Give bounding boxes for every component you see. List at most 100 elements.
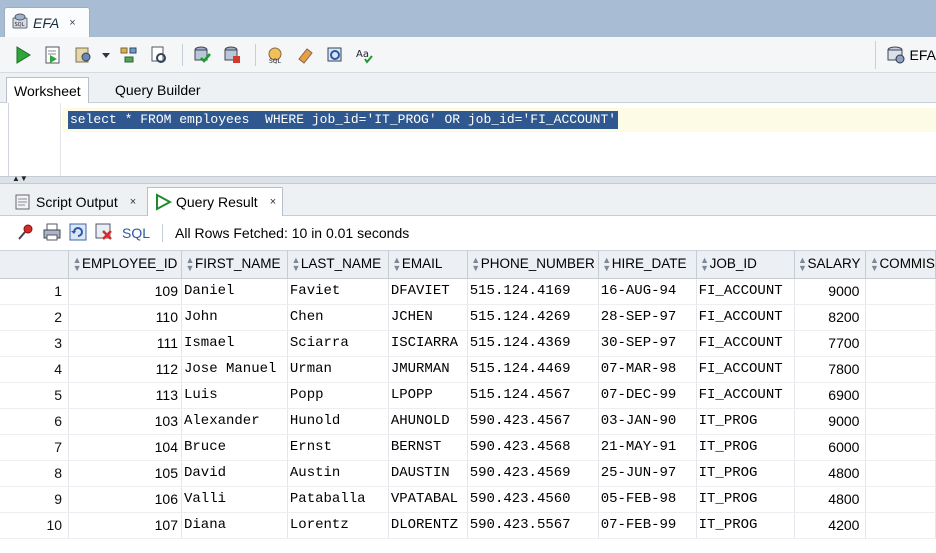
cell-phone-number[interactable]: 515.124.4269 <box>467 304 599 331</box>
cell-hire-date[interactable]: 07-MAR-98 <box>598 356 697 383</box>
cell-email[interactable]: DAUSTIN <box>388 460 468 487</box>
pane-splitter[interactable]: ▲▼ <box>0 174 936 184</box>
cell-last-name[interactable]: Sciarra <box>287 330 389 357</box>
cell-hire-date[interactable]: 16-AUG-94 <box>598 278 697 305</box>
cell-email[interactable]: BERNST <box>388 434 468 461</box>
run-statement-button[interactable] <box>10 42 36 68</box>
row-number[interactable]: 8 <box>0 460 70 487</box>
cell-phone-number[interactable]: 590.423.4560 <box>467 486 599 513</box>
table-row[interactable]: 8 105 David Austin DAUSTIN 590.423.4569 25-JUN… <box>0 460 936 487</box>
sql-editor[interactable]: select * FROM employees WHERE job_id='IT… <box>8 103 936 176</box>
cell-salary[interactable]: 9000 <box>794 408 867 435</box>
monitor-button[interactable] <box>322 42 348 68</box>
cell-first-name[interactable]: David <box>181 460 288 487</box>
cell-email[interactable]: JCHEN <box>388 304 468 331</box>
row-number[interactable]: 10 <box>0 512 70 539</box>
row-number[interactable]: 6 <box>0 408 70 435</box>
cell-salary[interactable]: 6900 <box>794 382 867 409</box>
cell-job-id[interactable]: FI_ACCOUNT <box>696 330 795 357</box>
cell-commission[interactable] <box>865 486 936 513</box>
cell-salary[interactable]: 7700 <box>794 330 867 357</box>
cell-salary[interactable]: 4800 <box>794 460 867 487</box>
cell-job-id[interactable]: FI_ACCOUNT <box>696 278 795 305</box>
rollback-button[interactable] <box>219 42 245 68</box>
cell-salary[interactable]: 4800 <box>794 486 867 513</box>
tab-script-output[interactable]: Script Output × <box>8 187 142 216</box>
close-icon[interactable]: × <box>270 196 276 208</box>
cell-last-name[interactable]: Austin <box>287 460 389 487</box>
run-script-button[interactable] <box>40 42 66 68</box>
autotrace-dropdown[interactable] <box>100 42 112 68</box>
cell-job-id[interactable]: IT_PROG <box>696 408 795 435</box>
tab-worksheet[interactable]: Worksheet <box>6 77 89 103</box>
cell-last-name[interactable]: Ernst <box>287 434 389 461</box>
cell-email[interactable]: VPATABAL <box>388 486 468 513</box>
tab-query-result[interactable]: Query Result × <box>147 187 284 216</box>
cell-employee-id[interactable]: 112 <box>68 356 182 383</box>
pin-icon[interactable] <box>16 222 36 245</box>
cell-first-name[interactable]: Luis <box>181 382 288 409</box>
table-row[interactable]: 10 107 Diana Lorentz DLORENTZ 590.423.5567 07-… <box>0 512 936 539</box>
cell-first-name[interactable]: Daniel <box>181 278 288 305</box>
cell-first-name[interactable]: Valli <box>181 486 288 513</box>
cell-first-name[interactable]: John <box>181 304 288 331</box>
table-row[interactable]: 6 103 Alexander Hunold AHUNOLD 590.423.4567 03… <box>0 408 936 435</box>
cell-email[interactable]: AHUNOLD <box>388 408 468 435</box>
column-header[interactable]: ▲ ▼HIRE_DATE <box>598 251 697 279</box>
cell-phone-number[interactable]: 590.423.4569 <box>467 460 599 487</box>
cell-commission[interactable] <box>865 330 936 357</box>
cell-phone-number[interactable]: 590.423.5567 <box>467 512 599 539</box>
cell-salary[interactable]: 8200 <box>794 304 867 331</box>
cell-hire-date[interactable]: 03-JAN-90 <box>598 408 697 435</box>
column-header[interactable]: ▲ ▼SALARY <box>794 251 867 279</box>
cell-employee-id[interactable]: 107 <box>68 512 182 539</box>
cell-commission[interactable] <box>865 304 936 331</box>
cell-job-id[interactable]: IT_PROG <box>696 486 795 513</box>
table-row[interactable]: 3 111 Ismael Sciarra ISCIARRA 515.124.4369 30-… <box>0 330 936 357</box>
cancel-query-icon[interactable] <box>94 222 114 245</box>
cell-phone-number[interactable]: 590.423.4568 <box>467 434 599 461</box>
cell-commission[interactable] <box>865 434 936 461</box>
table-row[interactable]: 7 104 Bruce Ernst BERNST 590.423.4568 21-MAY-9… <box>0 434 936 461</box>
cell-phone-number[interactable]: 590.423.4567 <box>467 408 599 435</box>
cell-first-name[interactable]: Diana <box>181 512 288 539</box>
doc-tab-efa[interactable]: SQL EFA × <box>4 7 90 37</box>
cell-email[interactable]: DFAVIET <box>388 278 468 305</box>
table-row[interactable]: 5 113 Luis Popp LPOPP 515.124.4567 07-DEC-99 FI… <box>0 382 936 409</box>
cell-first-name[interactable]: Jose Manuel <box>181 356 288 383</box>
commit-button[interactable] <box>189 42 215 68</box>
sql-tuning-button[interactable] <box>146 42 172 68</box>
cell-employee-id[interactable]: 105 <box>68 460 182 487</box>
cell-last-name[interactable]: Urman <box>287 356 389 383</box>
cell-job-id[interactable]: FI_ACCOUNT <box>696 382 795 409</box>
cell-job-id[interactable]: FI_ACCOUNT <box>696 356 795 383</box>
table-row[interactable]: 1 109 Daniel Faviet DFAVIET 515.124.4169 16-AU… <box>0 278 936 305</box>
cell-last-name[interactable]: Lorentz <box>287 512 389 539</box>
cell-commission[interactable] <box>865 512 936 539</box>
format-button[interactable]: Aa <box>352 42 378 68</box>
row-number[interactable]: 4 <box>0 356 70 383</box>
cell-hire-date[interactable]: 07-FEB-99 <box>598 512 697 539</box>
close-icon[interactable]: × <box>130 196 136 208</box>
column-header[interactable]: ▲ ▼EMPLOYEE_ID <box>68 251 182 279</box>
row-number[interactable]: 7 <box>0 434 70 461</box>
cell-hire-date[interactable]: 30-SEP-97 <box>598 330 697 357</box>
table-row[interactable]: 2 110 John Chen JCHEN 515.124.4269 28-SEP-97 FI… <box>0 304 936 331</box>
column-header[interactable]: ▲ ▼PHONE_NUMBER <box>467 251 599 279</box>
cell-commission[interactable] <box>865 356 936 383</box>
cell-employee-id[interactable]: 110 <box>68 304 182 331</box>
cell-salary[interactable]: 4200 <box>794 512 867 539</box>
sql-statement[interactable]: select * FROM employees WHERE job_id='IT… <box>68 111 619 129</box>
cell-hire-date[interactable]: 07-DEC-99 <box>598 382 697 409</box>
table-row[interactable]: 4 112 Jose Manuel Urman JMURMAN 515.124.4469 0… <box>0 356 936 383</box>
splitter-arrows-icon[interactable]: ▲▼ <box>12 174 28 183</box>
cell-salary[interactable]: 6000 <box>794 434 867 461</box>
autotrace-button[interactable] <box>70 42 96 68</box>
cell-hire-date[interactable]: 21-MAY-91 <box>598 434 697 461</box>
cell-hire-date[interactable]: 25-JUN-97 <box>598 460 697 487</box>
cell-email[interactable]: LPOPP <box>388 382 468 409</box>
cell-phone-number[interactable]: 515.124.4369 <box>467 330 599 357</box>
cell-employee-id[interactable]: 104 <box>68 434 182 461</box>
cell-employee-id[interactable]: 113 <box>68 382 182 409</box>
column-header[interactable]: ▲ ▼FIRST_NAME <box>181 251 288 279</box>
